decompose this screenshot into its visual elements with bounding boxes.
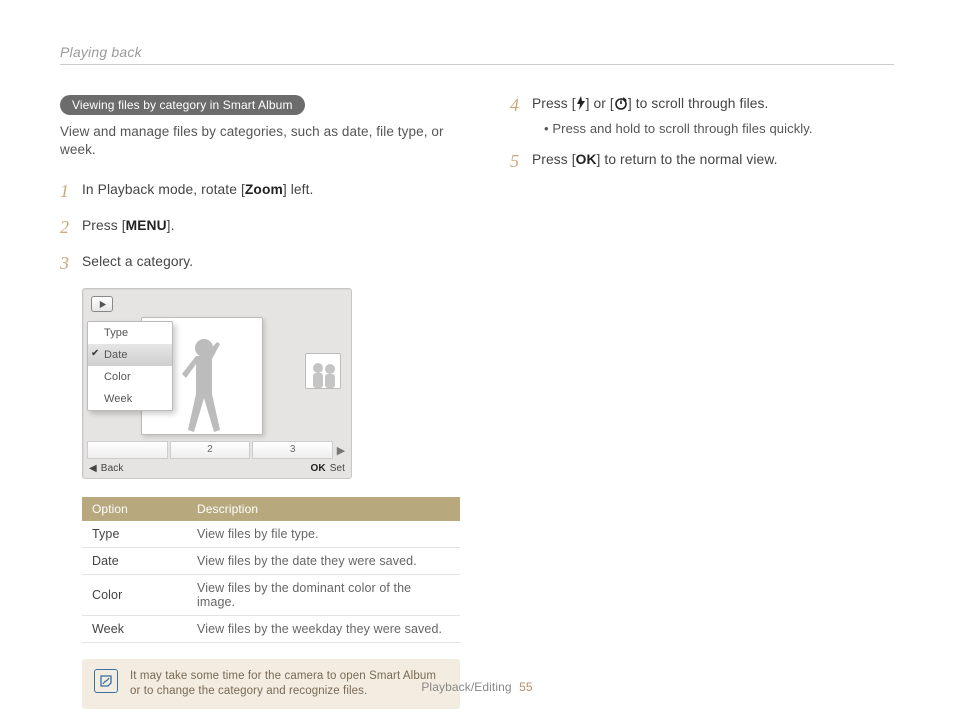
- step-text: Press [] or [] to scroll through files. …: [532, 95, 813, 137]
- page-header: Playing back: [60, 44, 894, 65]
- camera-screen-mock: Type Date Color Week 2 3 ▶ ◀Back OKSet: [82, 288, 352, 479]
- step-4-bullet: Press and hold to scroll through files q…: [544, 120, 813, 138]
- thumbnail-next: [305, 353, 341, 389]
- dd-item-color: Color: [88, 366, 172, 388]
- filmstrip: 2 3 ▶: [87, 441, 347, 459]
- step-text: Select a category.: [82, 253, 193, 272]
- step-number: 5: [510, 151, 532, 173]
- page-number: 55: [519, 680, 533, 694]
- chevron-right-icon: ▶: [335, 444, 347, 457]
- step-5: 5 Press [OK] to return to the normal vie…: [510, 151, 894, 173]
- table-row: DateView files by the date they were sav…: [82, 548, 460, 575]
- timer-icon: [614, 96, 628, 116]
- table-row: TypeView files by file type.: [82, 521, 460, 548]
- step-text: Press [MENU].: [82, 217, 175, 236]
- step-2: 2 Press [MENU].: [60, 217, 460, 239]
- category-dropdown: Type Date Color Week: [87, 321, 173, 411]
- dd-item-date: Date: [88, 344, 172, 366]
- table-row: WeekView files by the weekday they were …: [82, 616, 460, 643]
- page-footer: Playback/Editing 55: [0, 680, 954, 694]
- th-option: Option: [82, 497, 187, 521]
- flash-icon: [576, 96, 586, 116]
- footer-section: Playback/Editing: [421, 680, 511, 694]
- step-text: Press [OK] to return to the normal view.: [532, 151, 778, 170]
- step-number: 4: [510, 95, 532, 117]
- dd-item-week: Week: [88, 388, 172, 410]
- dd-item-type: Type: [88, 322, 172, 344]
- mock-footer: ◀Back OKSet: [89, 463, 345, 474]
- step-1: 1 In Playback mode, rotate [Zoom] left.: [60, 181, 460, 203]
- options-table: Option Description TypeView files by fil…: [82, 497, 460, 643]
- play-mode-icon: [91, 296, 113, 312]
- triangle-left-icon: ◀: [89, 463, 97, 474]
- section-pill: Viewing files by category in Smart Album: [60, 95, 305, 115]
- step-number: 3: [60, 253, 82, 275]
- step-3: 3 Select a category.: [60, 253, 460, 275]
- step-4: 4 Press [] or [] to scroll through files…: [510, 95, 894, 137]
- step-number: 1: [60, 181, 82, 203]
- table-row: ColorView files by the dominant color of…: [82, 575, 460, 616]
- intro-text: View and manage files by categories, suc…: [60, 123, 460, 159]
- step-text: In Playback mode, rotate [Zoom] left.: [82, 181, 313, 200]
- th-description: Description: [187, 497, 460, 521]
- step-number: 2: [60, 217, 82, 239]
